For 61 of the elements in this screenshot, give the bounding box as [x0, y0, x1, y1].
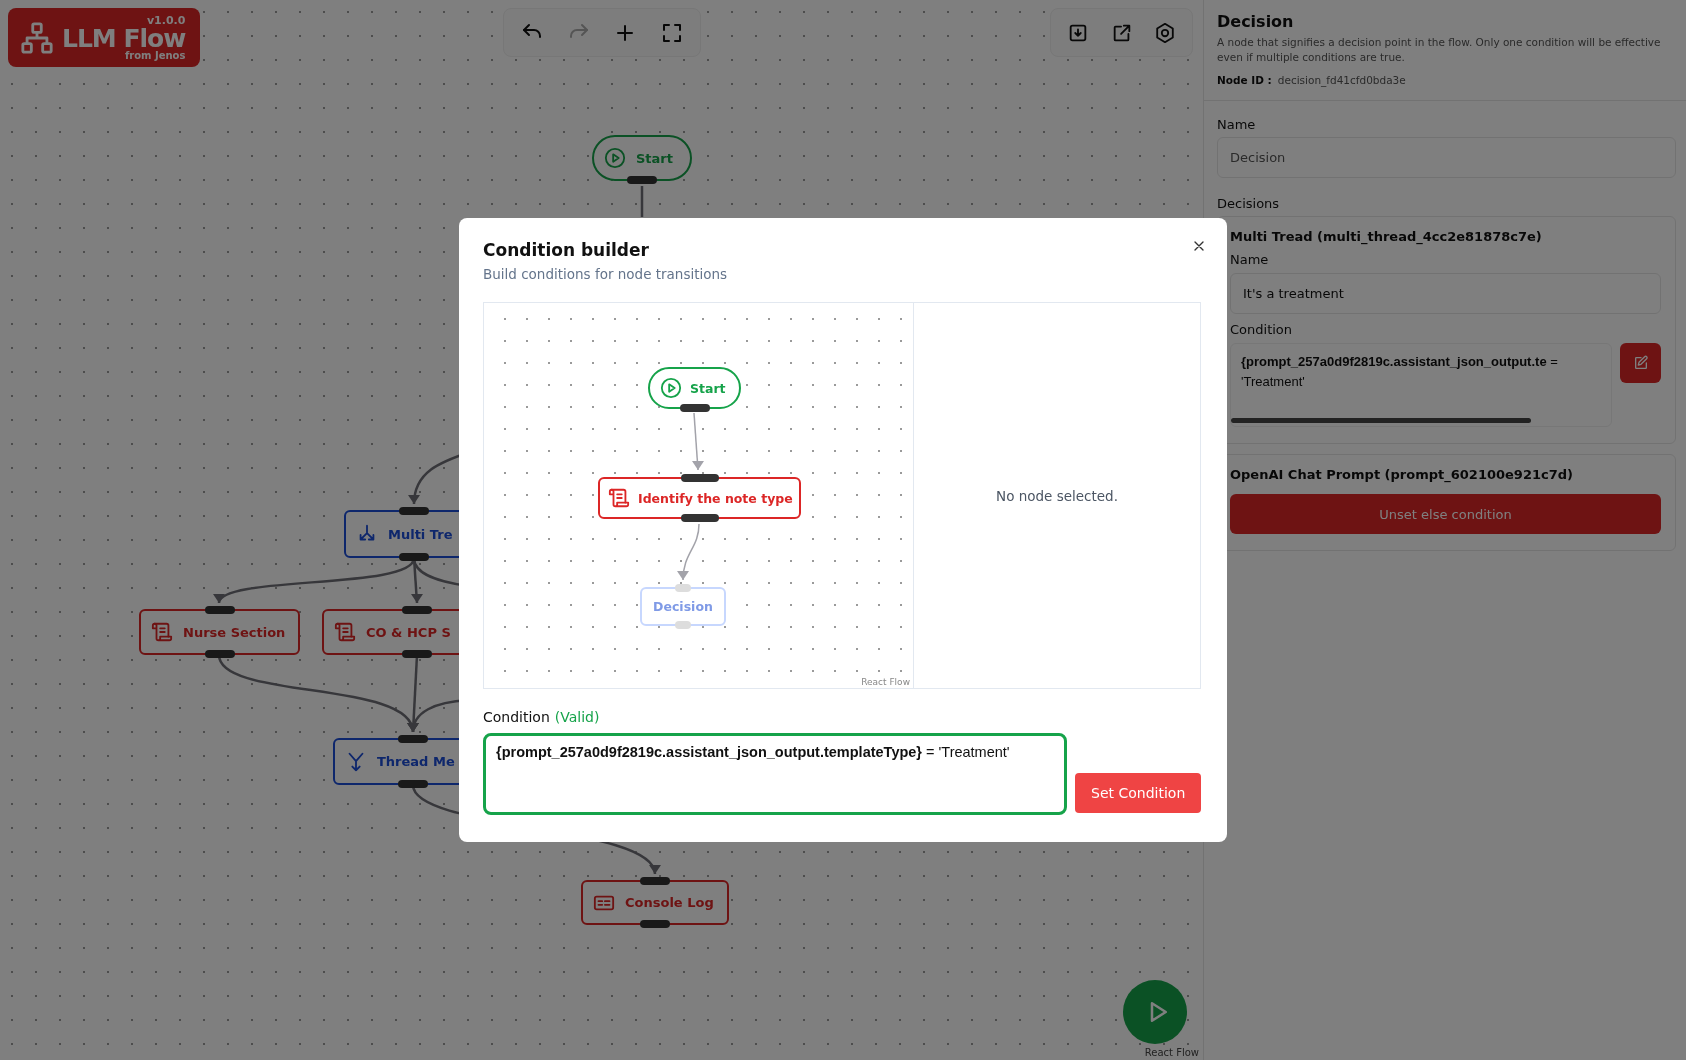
- settings-icon: [1154, 21, 1176, 44]
- scroll-icon: [608, 487, 630, 509]
- condition-field[interactable]: {prompt_257a0d9f2819c.assistant_json_output.te = 'Treatment': [1230, 343, 1613, 428]
- connection-handle[interactable]: [675, 584, 691, 592]
- name-field[interactable]: It's a treatment: [1230, 273, 1661, 315]
- start-node[interactable]: Start: [648, 367, 741, 409]
- node-id-value: decision_fd41cfd0bda3e: [1277, 74, 1406, 87]
- field-label: Condition: [1230, 322, 1294, 338]
- network-icon: [20, 20, 54, 55]
- connection-handle[interactable]: [204, 606, 235, 614]
- connection-handle[interactable]: [679, 404, 710, 412]
- scroll-icon: [334, 621, 356, 643]
- attribution-label[interactable]: React Flow: [1144, 1047, 1199, 1058]
- connection-handle[interactable]: [627, 176, 657, 184]
- connection-handle[interactable]: [398, 780, 428, 788]
- panel-description: A node that signifies a decision point in the flow. Only one condition will be effective even if multiple conditions are true.: [1217, 35, 1662, 65]
- app-name: LLM Flow: [62, 25, 186, 51]
- start-node[interactable]: Start: [592, 135, 692, 181]
- empty-message: No node selected.: [996, 487, 1118, 504]
- field-label: Name: [1217, 117, 1257, 133]
- flow-node[interactable]: Nurse Section: [139, 609, 300, 655]
- play-icon: [604, 147, 626, 169]
- edit-button[interactable]: [1620, 343, 1661, 384]
- flow-node[interactable]: Identify the note type: [598, 477, 801, 519]
- connection-handle[interactable]: [675, 621, 691, 629]
- node-id-label: Node ID :: [1217, 74, 1272, 87]
- scrollbar[interactable]: [1231, 418, 1531, 424]
- app-logo[interactable]: v1.0.0 LLM Flow from Jenos: [8, 8, 200, 67]
- edit-icon: [1632, 355, 1649, 372]
- validity-status: (Valid): [554, 709, 600, 725]
- flow-node[interactable]: Decision: [640, 587, 726, 626]
- name-field[interactable]: Decision: [1217, 137, 1676, 179]
- connection-handle[interactable]: [640, 877, 670, 885]
- attribution-label[interactable]: React Flow: [861, 677, 910, 687]
- byline: from Jenos: [124, 50, 186, 61]
- connection-handle[interactable]: [402, 606, 432, 614]
- dialog-subtitle: Build conditions for node transitions: [483, 266, 729, 282]
- version-label: v1.0.0: [146, 14, 186, 26]
- connection-handle[interactable]: [680, 474, 719, 482]
- connection-handle[interactable]: [680, 514, 719, 522]
- play-icon: [660, 377, 682, 399]
- connection-handle[interactable]: [640, 920, 670, 928]
- connection-handle[interactable]: [402, 650, 432, 658]
- unset-else-button[interactable]: Unset else condition: [1230, 494, 1661, 535]
- field-label: Condition: [483, 709, 550, 725]
- card-title: Multi Tread (multi_thread_4cc2e81878c7e): [1230, 229, 1543, 245]
- edge-arrow: [692, 412, 704, 471]
- condition-field[interactable]: {prompt_257a0d9f2819c.assistant_json_output.templateType} = 'Treatment': [483, 733, 1068, 815]
- section-label: Decisions: [1217, 196, 1281, 212]
- flow-node[interactable]: Console Log: [581, 880, 729, 925]
- set-condition-button[interactable]: Set Condition: [1075, 773, 1201, 813]
- panel-title: Decision: [1217, 12, 1295, 31]
- connection-handle[interactable]: [399, 553, 429, 561]
- connection-handle[interactable]: [204, 650, 235, 658]
- field-label: Name: [1230, 252, 1270, 268]
- card-title: OpenAI Chat Prompt (prompt_602100e921c7d): [1230, 467, 1574, 483]
- dialog-title: Condition builder: [483, 240, 650, 260]
- scroll-icon: [151, 621, 173, 643]
- connection-handle[interactable]: [399, 507, 429, 515]
- connection-handle[interactable]: [398, 735, 428, 743]
- edge-arrow: [677, 523, 700, 581]
